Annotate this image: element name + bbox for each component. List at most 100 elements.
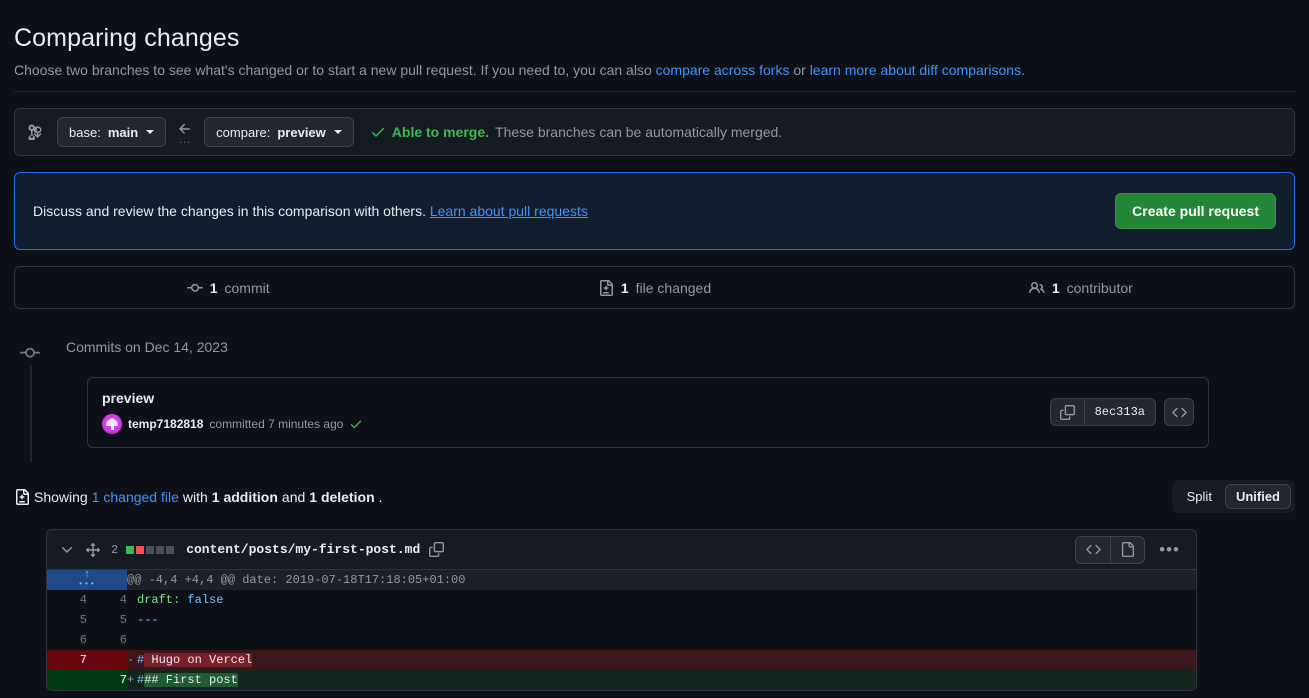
diff-row-context: 5 5 --- — [47, 610, 1196, 630]
line-number-old: 5 — [79, 613, 87, 627]
diff-table: ↑ ••• @@ -4,4 +4,4 @@ date: 2019-07-18T1… — [47, 570, 1196, 690]
code-icon — [1171, 405, 1187, 420]
compare-branch-prefix: compare: — [216, 124, 271, 140]
stat-contributors-label: contributor — [1066, 279, 1133, 296]
file-diff-icon — [598, 279, 614, 296]
kebab-horizontal-icon[interactable]: ••• — [1153, 541, 1186, 558]
diff-hunk-text: @@ -4,4 +4,4 @@ date: 2019-07-18T17:18:0… — [127, 570, 1196, 590]
header-divider — [14, 91, 1295, 92]
diff-row-addition: 7 + ### First post — [47, 670, 1196, 690]
pull-request-banner-text: Discuss and review the changes in this c… — [33, 203, 588, 219]
page-subtitle: Choose two branches to see what's change… — [14, 62, 1295, 78]
copy-icon[interactable] — [1051, 399, 1085, 425]
showing-deletions: 1 deletion — [309, 488, 375, 505]
showing-period: . — [378, 488, 383, 505]
line-number-old: 4 — [79, 593, 87, 607]
stat-contributors[interactable]: 1 contributor — [868, 280, 1294, 296]
commits-timeline: Commits on Dec 14, 2023 preview temp7182… — [14, 337, 1295, 462]
diff-line-content: - # Hugo on Vercel — [127, 650, 1196, 670]
diff-summary: Showing 1 changed file with 1 addition a… — [14, 488, 383, 505]
create-pull-request-button[interactable]: Create pull request — [1115, 193, 1276, 229]
line-number-old: 6 — [79, 633, 87, 647]
browse-code-button[interactable] — [1164, 398, 1194, 426]
diff-summary-row: Showing 1 changed file with 1 addition a… — [14, 480, 1295, 513]
diff-line-content — [127, 630, 1196, 650]
commit-icon — [20, 341, 40, 365]
yaml-delimiter: --- — [137, 613, 159, 627]
check-icon — [349, 417, 363, 431]
learn-about-pull-requests-link[interactable]: Learn about pull requests — [430, 203, 588, 219]
stat-commits[interactable]: 1 commit — [15, 280, 441, 296]
compare-branch-selector[interactable]: compare: preview — [204, 117, 354, 147]
diff-filename[interactable]: content/posts/my-first-post.md — [186, 542, 420, 557]
file-diff: 2 content/posts/my-first-post.md ••• ↑ •… — [46, 529, 1197, 691]
chevron-down-icon[interactable] — [59, 542, 75, 558]
line-number-new — [87, 650, 127, 670]
diff-row-context: 6 6 — [47, 630, 1196, 650]
chevron-down-icon — [333, 130, 342, 134]
code-icon — [1085, 542, 1101, 557]
commit-info: preview temp7182818 committed 7 minutes … — [102, 390, 363, 434]
branch-selection-bar: base: main ... compare: preview Able to me… — [14, 108, 1295, 156]
pr-banner-message: Discuss and review the changes in this c… — [33, 203, 426, 219]
diff-line-sign — [127, 633, 137, 647]
diffstat-block-3 — [156, 545, 165, 554]
diff-row-deletion: 7 - # Hugo on Vercel — [47, 650, 1196, 670]
diff-line-sign: - — [127, 653, 135, 667]
diffstat-block-0 — [126, 545, 135, 554]
showing-and: and — [281, 488, 306, 505]
view-code-button[interactable] — [1076, 537, 1110, 563]
compare-across-forks-link[interactable]: compare across forks — [656, 62, 790, 78]
commit-message[interactable]: preview — [102, 390, 363, 406]
showing-prefix: Showing — [34, 488, 88, 505]
view-file-button[interactable] — [1110, 536, 1144, 563]
diff-line-content: + ### First post — [127, 670, 1196, 690]
base-branch-name: main — [107, 124, 139, 140]
ellipsis-indicator: ... — [179, 134, 192, 146]
commit-card: preview temp7182818 committed 7 minutes … — [87, 377, 1209, 448]
commit-sha[interactable]: 8ec313a — [1085, 405, 1155, 419]
diff-move-icon[interactable] — [85, 542, 101, 558]
expand-up-icon[interactable]: ↑ ••• — [47, 570, 127, 590]
copy-icon[interactable] — [429, 542, 445, 557]
stat-contributors-count: 1 — [1051, 279, 1060, 296]
line-number-new: 7 — [87, 670, 127, 690]
word-diff-removed: Hugo on Vercel — [144, 653, 253, 667]
diff-view-toggle: Split Unified — [1171, 480, 1295, 513]
view-toggle-unified[interactable]: Unified — [1224, 484, 1291, 509]
direction-indicator: ... — [166, 121, 204, 146]
base-branch-prefix: base: — [69, 124, 101, 140]
diff-comparisons-link[interactable]: learn more about diff comparisons — [810, 62, 1021, 78]
changed-file-link[interactable]: 1 changed file — [92, 489, 179, 505]
commit-author[interactable]: temp7182818 — [128, 417, 203, 431]
subtitle-text-2: or — [789, 62, 810, 78]
showing-additions: 1 addition — [211, 488, 278, 505]
commit-actions: 8ec313a — [1049, 398, 1194, 426]
people-icon — [1028, 280, 1045, 296]
diffstat-block-2 — [146, 545, 155, 554]
diff-line-content: --- — [127, 610, 1196, 630]
subtitle-text-3: . — [1021, 62, 1025, 78]
line-number-new: 6 — [119, 633, 127, 647]
file-icon — [1120, 542, 1135, 557]
view-toggle-split[interactable]: Split — [1176, 484, 1223, 509]
user-avatar[interactable] — [102, 414, 122, 434]
diff-row-context: 4 4 draft: false — [47, 590, 1196, 610]
stat-commits-label: commit — [224, 279, 270, 296]
stat-commits-count: 1 — [209, 279, 218, 296]
commit-sha-group: 8ec313a — [1049, 398, 1156, 426]
commits-date-heading: Commits on Dec 14, 2023 — [66, 339, 228, 355]
diffstat-block-4 — [166, 545, 175, 554]
line-number-new: 5 — [119, 613, 127, 627]
diff-line-sign — [127, 613, 137, 627]
yaml-key: draft: — [137, 593, 181, 607]
line-number-old — [47, 670, 87, 690]
diff-hunk-row: ↑ ••• @@ -4,4 +4,4 @@ date: 2019-07-18T1… — [47, 570, 1196, 590]
base-branch-selector[interactable]: base: main — [57, 117, 167, 147]
line-number-new: 4 — [119, 593, 127, 607]
line-number-old: 7 — [47, 650, 87, 670]
stat-files-changed[interactable]: 1 file changed — [441, 279, 867, 296]
diff-line-content: draft: false — [127, 590, 1196, 610]
compare-page: Comparing changes Choose two branches to… — [0, 0, 1309, 691]
file-diff-icon — [14, 488, 30, 505]
